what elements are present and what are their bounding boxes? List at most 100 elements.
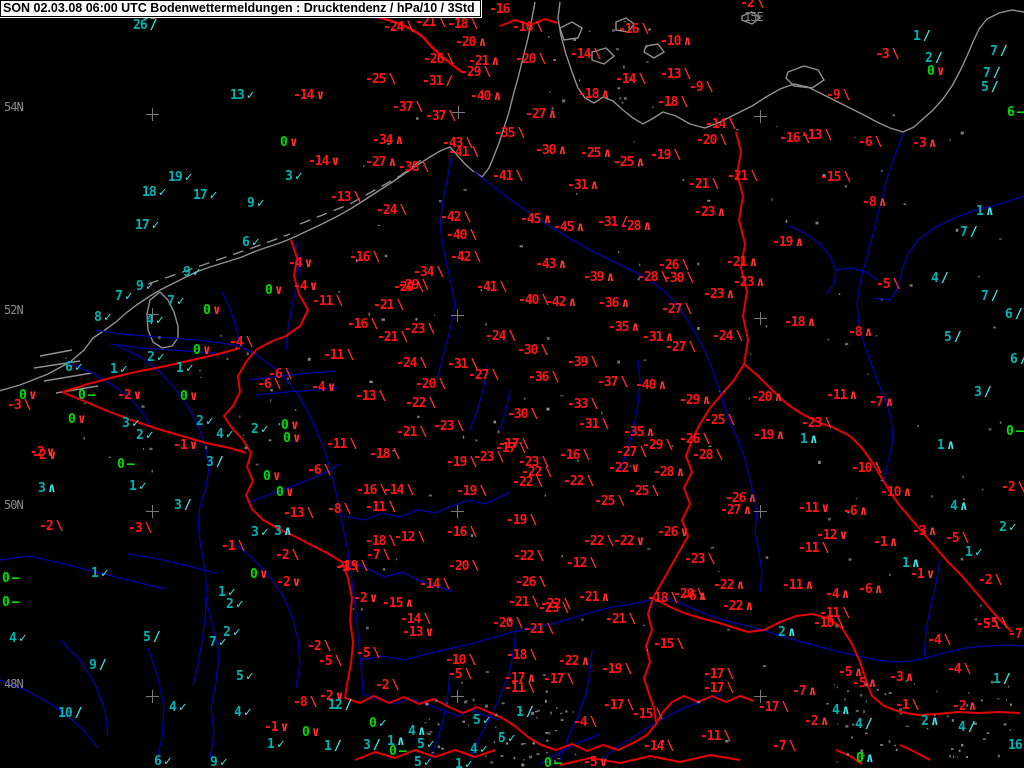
pressure-tendency-value: -6 [257,377,272,392]
pressure-tendency-value: -27 [616,445,638,460]
pressure-tendency-value: -26 [657,525,679,540]
pressure-tendency-value: 9 [210,755,218,768]
tendency-symbol: \ [323,639,332,654]
station-report: -16 \ [559,449,590,462]
pressure-tendency-value: -8 [862,195,877,210]
station-report: 3 ✓ [251,526,269,539]
station-report: -4 ∧ [825,588,849,601]
tendency-symbol: \ [360,559,369,574]
station-report: -20 ∧ [455,36,486,49]
tendency-symbol: \ [538,52,547,67]
station-report: -5 \ [976,618,1000,631]
tendency-symbol: ✓ [294,169,303,184]
station-report: -8 \ [293,696,317,709]
tendency-symbol: \ [590,355,599,370]
tendency-symbol: \ [824,416,833,431]
pressure-tendency-value: -1 [221,539,236,554]
tendency-symbol: \ [551,370,560,385]
pressure-tendency-value: 1 [267,737,275,752]
station-report: -10 \ [445,654,476,667]
pressure-tendency-value: -27 [468,368,490,383]
station-report: -39 \ [567,356,598,369]
tendency-symbol: ✓ [426,737,435,752]
tendency-symbol: \ [836,616,845,631]
station-report: -14 \ [643,740,674,753]
station-report: 0 ∨ [203,304,221,317]
pressure-tendency-value: -21 [727,169,749,184]
station-report: -23 ∧ [694,206,725,219]
pressure-tendency-value: 0 [2,571,10,586]
pressure-tendency-value: -5 [356,646,371,661]
tendency-symbol: ∧ [683,34,692,49]
tendency-symbol: ∨ [309,279,318,294]
pressure-tendency-value: -2 [1001,480,1016,495]
pressure-tendency-value: 6 [154,754,162,768]
tendency-symbol: \ [715,448,724,463]
tendency-symbol: ∧ [787,625,796,640]
pressure-tendency-value: -1 [895,698,910,713]
tendency-symbol: \ [711,177,720,192]
pressure-tendency-value: 2 [196,414,204,429]
pressure-tendency-value: 3 [122,416,130,431]
pressure-tendency-value: -2 [804,714,819,729]
tendency-symbol: ∧ [946,438,955,453]
station-report: -15 \ [632,708,663,721]
station-report: -14 \ [705,118,736,131]
pressure-tendency-value: -40 [635,378,657,393]
station-report: 4 ∧ [832,704,850,717]
station-report: 19 ✓ [168,171,192,184]
tendency-symbol: ∨ [636,534,645,549]
tendency-symbol: \ [406,20,415,35]
tendency-symbol: \ [378,389,387,404]
pressure-tendency-value: -18 [447,17,469,32]
grid-cross [451,505,464,518]
pressure-tendency-value: 1 [800,432,808,447]
pressure-tendency-value: -25 [613,155,635,170]
tendency-symbol: ∧ [658,378,667,393]
station-report: 9 ✓ [210,756,228,768]
tendency-symbol: ∨ [280,720,289,735]
station-report: 0 ∨ [265,284,283,297]
pressure-tendency-value: -28 [653,465,675,480]
pressure-tendency-value: 0 [856,751,864,766]
tendency-symbol: ∧ [885,395,894,410]
tendency-symbol: ∧ [756,275,765,290]
station-report: -17 \ [495,442,526,455]
pressure-tendency-value: -14 [643,739,665,754]
pressure-tendency-value: 0 [544,756,552,768]
pressure-tendency-value: -15 [382,596,404,611]
pressure-tendency-value: 0 [927,64,935,79]
grid-cross [754,110,767,123]
station-report: -5 ∧ [852,677,876,690]
station-report: 9 ✓ [136,280,154,293]
tendency-symbol: \ [334,654,343,669]
pressure-tendency-value: -14 [308,154,330,169]
pressure-tendency-value: -11 [826,388,848,403]
tendency-symbol: ✓ [119,362,128,377]
tendency-symbol: / [940,271,949,286]
pressure-tendency-value: -18 [578,87,600,102]
pressure-tendency-value: -11 [700,729,722,744]
pressure-tendency-value: -11 [504,681,526,696]
tendency-symbol: / [525,705,534,720]
station-report: -21 \ [508,596,539,609]
grid-cross [146,505,159,518]
station-report: -19 \ [506,514,537,527]
tendency-symbol: \ [427,322,436,337]
pressure-tendency-value: -21 [377,330,399,345]
station-report: -25 ∧ [580,147,611,160]
pressure-tendency-value: -25 [704,413,726,428]
tendency-symbol: ✓ [232,625,241,640]
tendency-symbol: ∨ [936,64,945,79]
station-report: -16 \ [347,318,378,331]
pressure-tendency-value: -16 [347,317,369,332]
graticule-label: 54N [4,100,24,114]
pressure-tendency-value: -23 [473,450,495,465]
tendency-symbol: ∧ [807,315,816,330]
station-report: -22 ∧ [558,655,589,668]
pressure-tendency-value: -5 [448,667,463,682]
pressure-tendency-value: -16 [446,525,468,540]
tendency-symbol: \ [273,377,282,392]
tendency-symbol: ✓ [158,185,167,200]
station-report: 0 ∨ [193,344,211,357]
